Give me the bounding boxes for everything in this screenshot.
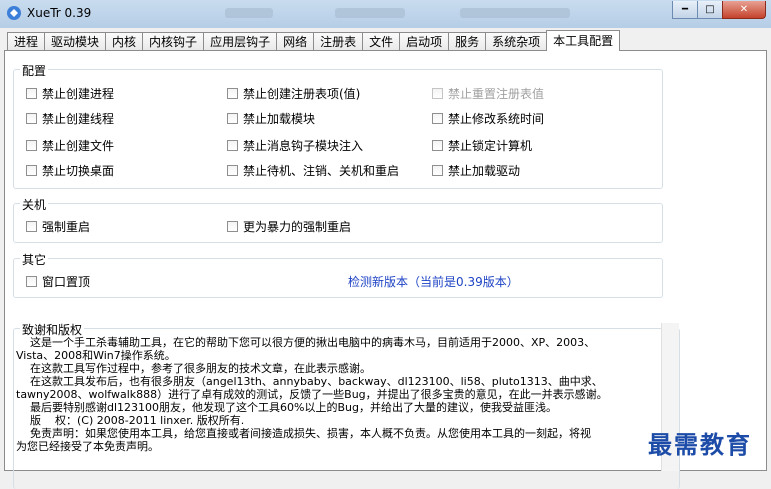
- tab-driver-modules[interactable]: 驱动模块: [44, 32, 107, 51]
- checkbox[interactable]: [26, 276, 37, 287]
- tab-system-misc[interactable]: 系统杂项: [485, 32, 548, 51]
- checkbox[interactable]: [227, 140, 238, 151]
- maximize-button[interactable]: □: [697, 1, 723, 19]
- opt-block-load-driver[interactable]: 禁止加载驱动: [432, 162, 520, 179]
- window-title: XueTr 0.39: [27, 6, 92, 20]
- checkbox[interactable]: [26, 140, 37, 151]
- opt-block-modify-time[interactable]: 禁止修改系统时间: [432, 110, 544, 127]
- check-update-link[interactable]: 检测新版本（当前是0.39版本）: [348, 273, 519, 290]
- opt-block-hook-inject[interactable]: 禁止消息钩子模块注入: [227, 137, 363, 154]
- watermark: 最需教育: [648, 430, 752, 459]
- checkbox[interactable]: [26, 113, 37, 124]
- other-group: 其它: [13, 251, 663, 298]
- opt-force-reboot[interactable]: 强制重启: [26, 218, 90, 235]
- tab-kernel[interactable]: 内核: [105, 32, 144, 51]
- opt-block-create-thread[interactable]: 禁止创建线程: [26, 110, 114, 127]
- other-group-label: 其它: [20, 251, 49, 268]
- opt-block-shutdown[interactable]: 禁止待机、注销、关机和重启: [227, 162, 399, 179]
- close-icon: ✕: [739, 4, 749, 15]
- checkbox[interactable]: [26, 221, 37, 232]
- tab-services[interactable]: 服务: [448, 32, 487, 51]
- tab-files[interactable]: 文件: [362, 32, 401, 51]
- checkbox[interactable]: [227, 221, 238, 232]
- opt-block-create-process[interactable]: 禁止创建进程: [26, 85, 114, 102]
- about-text: 这是一个手工杀毒辅助工具，在它的帮助下您可以很方便的揪出电脑中的病毒木马，目前适…: [16, 336, 608, 453]
- opt-block-switch-desktop[interactable]: 禁止切换桌面: [26, 162, 114, 179]
- tab-startup[interactable]: 启动项: [399, 32, 450, 51]
- checkbox[interactable]: [26, 88, 37, 99]
- checkbox[interactable]: [26, 165, 37, 176]
- shutdown-group-label: 关机: [20, 196, 49, 213]
- config-group-label: 配置: [20, 62, 49, 79]
- app-icon: [7, 6, 21, 20]
- opt-violent-reboot[interactable]: 更为暴力的强制重启: [227, 218, 351, 235]
- checkbox: [432, 88, 443, 99]
- main-tabs: 进程 驱动模块 内核 内核钩子 应用层钩子 网络 注册表 文件 启动项 服务 系…: [7, 30, 621, 51]
- close-button[interactable]: ✕: [722, 1, 766, 19]
- opt-always-on-top[interactable]: 窗口置顶: [26, 273, 90, 290]
- opt-block-create-regkey[interactable]: 禁止创建注册表项(值): [227, 85, 360, 102]
- tab-network[interactable]: 网络: [276, 32, 315, 51]
- checkbox[interactable]: [227, 113, 238, 124]
- maximize-icon: □: [705, 4, 715, 15]
- tab-registry[interactable]: 注册表: [313, 32, 364, 51]
- tab-process[interactable]: 进程: [7, 32, 46, 51]
- checkbox[interactable]: [227, 165, 238, 176]
- tab-tool-config[interactable]: 本工具配置: [546, 30, 621, 51]
- opt-block-create-file[interactable]: 禁止创建文件: [26, 137, 114, 154]
- tab-app-hooks[interactable]: 应用层钩子: [203, 32, 278, 51]
- title-bar: XueTr 0.39 ━ □ ✕: [0, 0, 771, 28]
- checkbox[interactable]: [432, 113, 443, 124]
- checkbox[interactable]: [432, 140, 443, 151]
- opt-block-load-module[interactable]: 禁止加载模块: [227, 110, 315, 127]
- minimize-icon: ━: [681, 4, 689, 15]
- opt-block-reset-regvalue: 禁止重置注册表值: [432, 85, 544, 102]
- checkbox[interactable]: [432, 165, 443, 176]
- minimize-button[interactable]: ━: [672, 1, 698, 19]
- opt-block-lock-computer[interactable]: 禁止锁定计算机: [432, 137, 532, 154]
- tab-kernel-hooks[interactable]: 内核钩子: [142, 32, 205, 51]
- checkbox[interactable]: [227, 88, 238, 99]
